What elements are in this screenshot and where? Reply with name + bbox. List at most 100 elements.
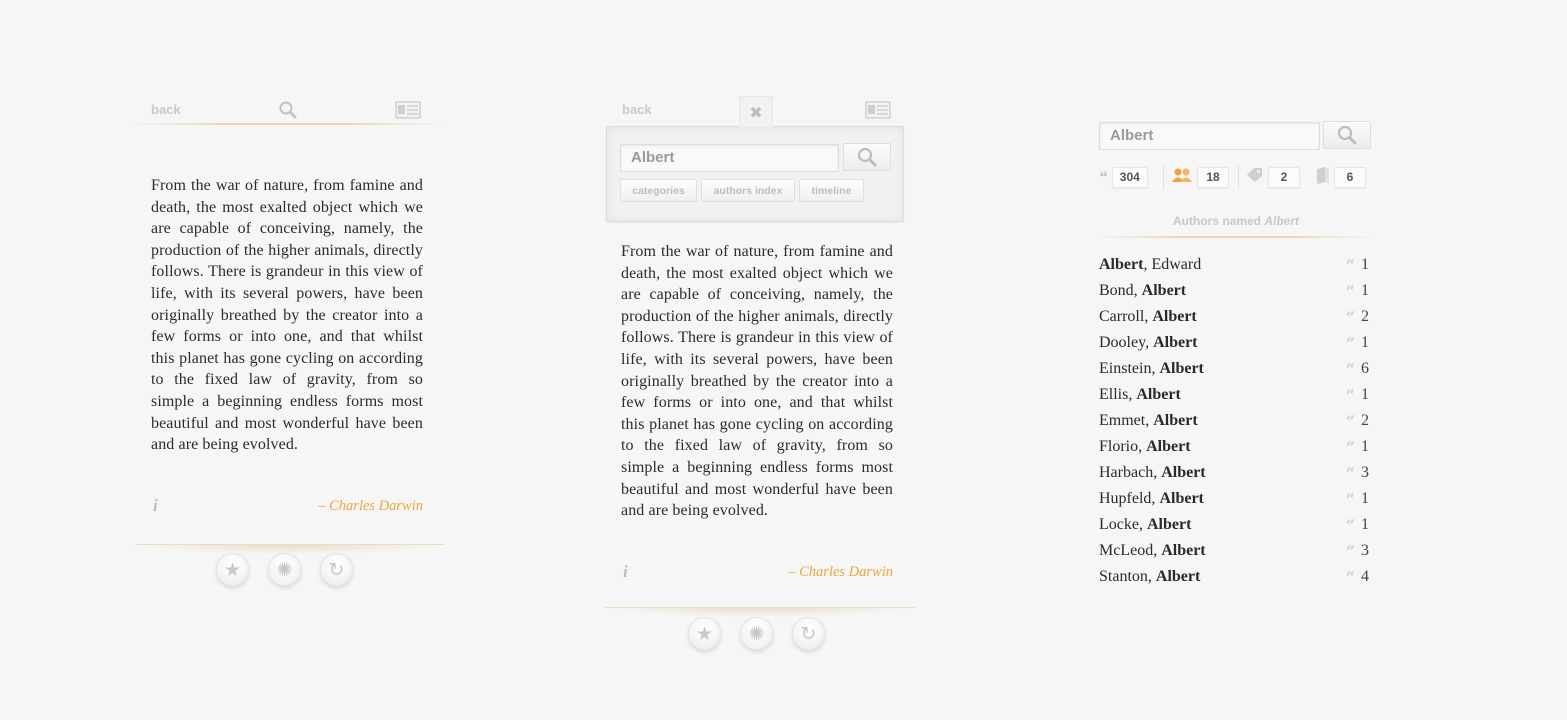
list-item[interactable]: Ellis, Albert “ 1 [1099,382,1369,408]
list-item[interactable]: Bond, Albert “1 [1099,278,1369,304]
author-name-part: Albert [1153,412,1198,429]
author-name-part: Albert [1159,490,1204,507]
author-name: Harbach, Albert [1099,464,1206,482]
list-item[interactable]: Dooley, Albert “1 [1099,330,1369,356]
author-name-part: Albert [1141,282,1187,299]
quote-count-value: 1 [1361,282,1369,299]
quote-text: From the war of nature, from famine and … [621,243,893,520]
author-name: Emmet, Albert [1099,412,1198,430]
search-input[interactable]: Albert [1099,122,1320,150]
quote-count-value: 1 [1361,256,1369,273]
author-name-part: Albert [1161,542,1206,559]
search-icon [1337,125,1357,145]
list-item[interactable]: Harbach, Albert “3 [1099,460,1369,486]
author-name: Einstein, Albert [1099,360,1204,378]
author-name: Carroll, Albert [1099,308,1197,326]
quote-count: “1 [1346,334,1369,353]
card-view-icon[interactable] [395,101,421,124]
list-item[interactable]: Hupfeld, Albert “1 [1099,486,1369,512]
stat-divider [1163,164,1164,190]
info-icon[interactable]: i [623,562,628,582]
search-icon[interactable] [278,100,298,125]
author-name-part: Albert [1136,386,1181,403]
stat-quotes-count: 304 [1111,166,1148,188]
quote-icon: “ [1345,567,1355,587]
header-divider [130,123,445,125]
quote-count-value: 1 [1361,334,1369,351]
list-item[interactable]: Stanton, Albert “ 4 [1099,564,1369,590]
favorite-star-icon[interactable]: ★ [688,617,721,650]
card-view-icon[interactable] [865,101,891,124]
author-name: Dooley, Albert [1099,334,1198,352]
author-name-part: Harbach, [1099,464,1162,481]
quote-icon: “ [1345,463,1355,483]
results-title-term: Albert [1264,214,1300,228]
stat-tags[interactable]: 2 [1246,166,1300,188]
quote-count-value: 1 [1361,386,1369,403]
author-name: Ellis, Albert [1099,386,1181,404]
list-item[interactable]: Locke, Albert “1 [1099,512,1369,538]
quote-text: From the war of nature, from famine and … [151,177,423,454]
author-name: Hupfeld, Albert [1099,490,1204,508]
author-name-part: Albert [1099,256,1144,273]
author-name-part: Albert [1153,334,1198,351]
refresh-icon[interactable]: ↻ [792,617,825,650]
random-swirl-icon[interactable]: ✺ [740,617,773,650]
quote-icon: “ [1345,541,1355,561]
quote-icon: “ [1345,359,1355,379]
footer-divider [605,607,915,617]
search-button[interactable] [1323,121,1371,149]
close-icon[interactable]: ✖ [739,96,773,127]
quote-icon: “ [1345,385,1355,405]
quote-count-value: 2 [1361,412,1369,429]
search-popup [606,126,904,222]
results-divider [1095,236,1375,238]
quote-icon: “ [1345,411,1355,431]
quote-count: “1 [1346,256,1369,275]
author-name-part: Hupfeld, [1099,490,1160,507]
footer-divider [135,544,445,554]
author-name: Stanton, Albert [1099,568,1200,586]
stat-books-count: 6 [1334,166,1366,188]
quote-icon: “ [1345,489,1355,509]
favorite-star-icon[interactable]: ★ [216,553,249,586]
author-name-part: Locke, [1099,516,1147,533]
quote-count: “1 [1346,282,1369,301]
random-swirl-icon[interactable]: ✺ [268,553,301,586]
quote-icon: “ [1345,307,1355,327]
author-name-part: Einstein, [1099,360,1160,377]
author-name: Locke, Albert [1099,516,1191,534]
quote-icon: “ [1345,255,1355,275]
stat-quotes[interactable]: ❝ 304 [1099,166,1148,188]
author-name-part: Ellis, [1099,386,1137,403]
quote-count: “1 [1346,438,1369,457]
pill-authors-index[interactable]: authors index [701,179,795,202]
quote-count-value: 4 [1361,568,1369,585]
author-name-part: McLeod, [1099,542,1162,559]
search-icon [857,147,877,167]
list-item[interactable]: Carroll, Albert “2 [1099,304,1369,330]
list-item[interactable]: McLeod, Albert “3 [1099,538,1369,564]
back-link[interactable]: back [151,102,181,117]
refresh-icon[interactable]: ↻ [320,553,353,586]
list-item[interactable]: Einstein, Albert “6 [1099,356,1369,382]
stat-authors[interactable]: 18 [1171,166,1229,188]
search-input[interactable]: Albert [620,144,839,172]
quote-author[interactable]: – Charles Darwin [273,498,423,515]
list-item[interactable]: Emmet, Albert “ 2 [1099,408,1369,434]
info-icon[interactable]: i [153,496,158,516]
list-item[interactable]: Albert, Edward “1 [1099,252,1369,278]
stat-books[interactable]: 6 [1316,166,1366,188]
author-name-part: , Edward [1143,256,1202,273]
quote-author[interactable]: – Charles Darwin [743,564,893,581]
authors-icon [1171,167,1193,187]
quote-count: “3 [1346,464,1369,483]
author-name: Florio, Albert [1099,438,1191,456]
pill-categories[interactable]: categories [620,179,697,202]
search-button[interactable] [843,143,891,171]
quote-count-value: 1 [1361,516,1369,533]
pill-timeline[interactable]: timeline [799,179,864,202]
back-link[interactable]: back [622,102,652,117]
quote-count-value: 1 [1361,438,1369,455]
list-item[interactable]: Florio, Albert “1 [1099,434,1369,460]
